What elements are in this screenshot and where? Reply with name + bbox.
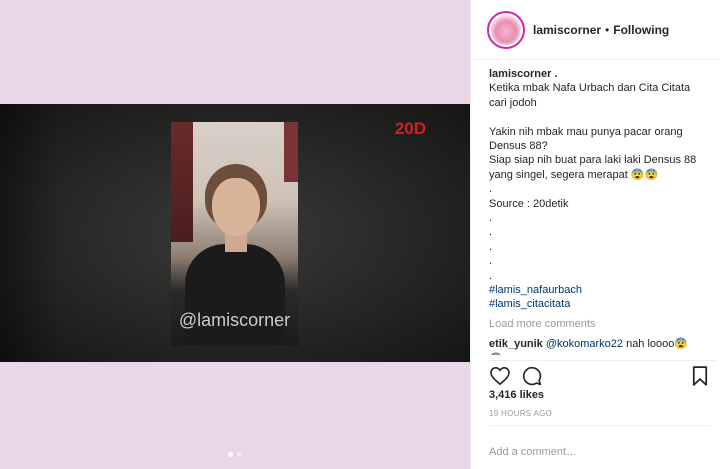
- person-face: [212, 178, 260, 236]
- caption-line: Yakin nih mbak mau punya pacar orang: [489, 125, 683, 138]
- carousel-dot-active[interactable]: [228, 452, 233, 457]
- caption-line: .: [489, 240, 493, 253]
- likes-count[interactable]: 3,416 likes: [489, 389, 544, 401]
- background-curtain: [171, 122, 193, 242]
- header-text: lamiscorner • Following: [533, 23, 669, 37]
- caption-line: .: [489, 226, 493, 239]
- channel-logo: 20D: [394, 119, 426, 138]
- video-frame-content: @lamiscorner: [171, 122, 298, 346]
- comments-section[interactable]: lamiscorner . Ketika mbak Nafa Urbach da…: [489, 67, 711, 355]
- comment-mention[interactable]: @kokomarko22: [546, 338, 623, 350]
- video-player[interactable]: @lamiscorner 20D: [0, 104, 470, 362]
- hashtag-link[interactable]: #lamis_nafaurbach: [489, 283, 711, 297]
- heart-icon[interactable]: [489, 365, 511, 387]
- video-watermark: @lamiscorner: [178, 310, 291, 330]
- post-timestamp[interactable]: 19 HOURS AGO: [489, 409, 552, 418]
- caption-line: Source : 20detik: [489, 197, 569, 210]
- avatar-image: [491, 14, 521, 45]
- hashtag-link[interactable]: #lamis_citacitata: [489, 297, 711, 311]
- header-separator: •: [605, 22, 610, 37]
- caption-line: yang singel, segera merapat 😨😨: [489, 168, 659, 181]
- caption-line: .: [489, 255, 493, 268]
- action-row: [489, 365, 711, 387]
- caption-line: .: [489, 183, 493, 196]
- post-header: lamiscorner • Following: [471, 0, 720, 60]
- username-link[interactable]: lamiscorner: [533, 23, 601, 37]
- caption-line: Densus 88?: [489, 140, 548, 153]
- caption-line: Ketika mbak Nafa Urbach dan Cita Citata: [489, 82, 691, 95]
- caption-hashtags: #lamis_nafaurbach #lamis_citacitata: [489, 283, 711, 312]
- caption-line: [489, 110, 711, 124]
- add-comment-box: [489, 425, 711, 460]
- media-pane: @lamiscorner 20D: [0, 0, 470, 469]
- caption-text: Ketika mbak Nafa Urbach dan Cita Citata c…: [489, 81, 711, 283]
- caption-line: cari jodoh: [489, 96, 537, 109]
- comment-icon[interactable]: [521, 365, 543, 387]
- action-bar: [489, 360, 717, 386]
- caption-line: .: [489, 269, 493, 282]
- comment-item: etik_yunik@kokomarko22 nah loooo😨 😨: [489, 337, 711, 355]
- comment-username[interactable]: etik_yunik: [489, 338, 543, 350]
- carousel-dot[interactable]: [237, 452, 242, 457]
- load-more-comments-button[interactable]: Load more comments: [489, 317, 711, 331]
- caption-username[interactable]: lamiscorner .: [489, 67, 711, 81]
- post-sidebar: lamiscorner • Following lamiscorner . Ke…: [470, 0, 720, 469]
- caption-line: .: [489, 212, 493, 225]
- comment-text: nah loooo😨: [623, 338, 689, 351]
- carousel-indicator: [228, 452, 242, 457]
- follow-status-button[interactable]: Following: [613, 23, 669, 37]
- avatar[interactable]: [487, 10, 525, 49]
- caption-line: Siap siap nih buat para laki laki Densus…: [489, 154, 697, 167]
- video-vignette: [0, 104, 60, 362]
- bookmark-icon[interactable]: [689, 365, 711, 387]
- comment-input[interactable]: [489, 446, 711, 458]
- background-curtain-right: [284, 122, 298, 182]
- comment-emoji: 😨: [489, 352, 711, 355]
